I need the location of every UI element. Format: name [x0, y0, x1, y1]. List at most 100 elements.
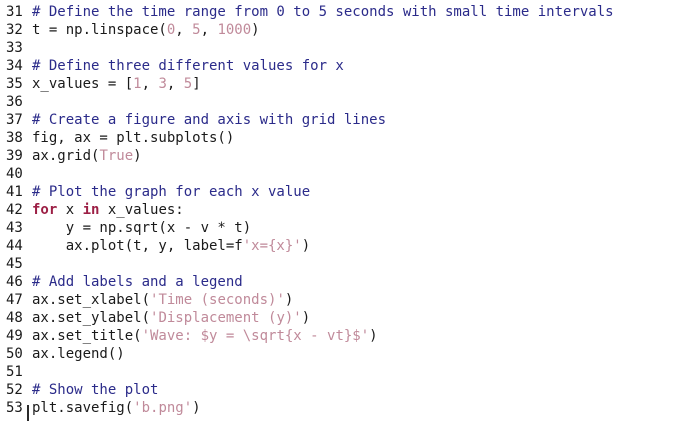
code-text[interactable]: # Add labels and a legend — [32, 273, 243, 291]
code-line[interactable]: 32 t = np.linspace(0, 5, 1000) — [0, 21, 678, 39]
line-number: 50 — [6, 346, 23, 362]
code-line[interactable]: 33 — [0, 39, 678, 57]
code-token: ) — [301, 238, 311, 254]
code-token: , — [175, 22, 193, 38]
code-token: , — [200, 22, 218, 38]
code-line[interactable]: 41 # Plot the graph for each x value — [0, 183, 678, 201]
line-number: 31 — [6, 4, 23, 20]
code-token: 'Displacement (y)' — [150, 310, 302, 326]
code-token: ) — [133, 148, 142, 164]
line-number: 36 — [6, 94, 23, 110]
code-line[interactable]: 40 — [0, 165, 678, 183]
code-line[interactable]: 42 for x in x_values: — [0, 201, 678, 219]
line-number: 52 — [6, 382, 23, 398]
code-text[interactable]: ax.set_ylabel('Displacement (y)') — [32, 309, 310, 327]
code-editor[interactable]: 31 # Define the time range from 0 to 5 se… — [0, 3, 678, 417]
code-text[interactable]: for x in x_values: — [32, 201, 184, 219]
line-number: 35 — [6, 76, 23, 92]
line-number: 40 — [6, 166, 23, 182]
code-line[interactable]: 47 ax.set_xlabel('Time (seconds)') — [0, 291, 678, 309]
code-text[interactable]: fig, ax = plt.subplots() — [32, 129, 234, 147]
code-line[interactable]: 50 ax.legend() — [0, 345, 678, 363]
code-token: ) — [192, 400, 201, 416]
code-token: ] — [192, 76, 201, 92]
code-line[interactable]: 49 ax.set_title('Wave: $y = \sqrt{x - vt}… — [0, 327, 678, 345]
code-token: 'Wave: $y = \sqrt{x - vt}$' — [141, 328, 370, 344]
code-line[interactable]: 46 # Add labels and a legend — [0, 273, 678, 291]
line-number: 38 — [6, 130, 23, 146]
code-line[interactable]: 39 ax.grid(True) — [0, 147, 678, 165]
code-text[interactable]: # Define three different values for x — [32, 57, 344, 75]
code-line[interactable]: 48 ax.set_ylabel('Displacement (y)') — [0, 309, 678, 327]
code-line[interactable]: 35 x_values = [1, 3, 5] — [0, 75, 678, 93]
code-token: 5 — [183, 76, 193, 92]
line-number: 37 — [6, 112, 23, 128]
line-number: 49 — [6, 328, 23, 344]
code-token: 5 — [192, 22, 201, 38]
code-text[interactable]: ax.set_xlabel('Time (seconds)') — [32, 291, 293, 309]
code-token: 1000 — [217, 22, 252, 38]
code-token: ) — [301, 310, 311, 326]
code-token: ax.set_title( — [32, 328, 142, 344]
line-number: 39 — [6, 148, 23, 164]
code-token: in — [82, 202, 100, 218]
code-token: y = np.sqrt(x - v * t) — [32, 220, 252, 236]
code-token: 'Time (seconds)' — [150, 292, 285, 308]
code-token: # Plot the graph for each x value — [32, 184, 311, 200]
code-text[interactable]: y = np.sqrt(x - v * t) — [32, 219, 251, 237]
code-text[interactable]: plt.savefig('b.png') — [32, 399, 201, 417]
code-token: ax.legend() — [32, 346, 125, 362]
code-text[interactable]: x_values = [1, 3, 5] — [32, 75, 201, 93]
line-number: 41 — [6, 184, 23, 200]
code-line[interactable]: 52 # Show the plot — [0, 381, 678, 399]
code-text[interactable]: # Plot the graph for each x value — [32, 183, 310, 201]
code-text[interactable]: ax.legend() — [32, 345, 125, 363]
code-line[interactable]: 34 # Define three different values for x — [0, 57, 678, 75]
line-number: 32 — [6, 22, 23, 38]
code-token: ax.plot(t, y, label=f — [32, 238, 243, 254]
code-text[interactable]: # Show the plot — [32, 381, 158, 399]
line-number: 51 — [6, 364, 23, 380]
text-cursor — [27, 405, 29, 421]
code-line[interactable]: 44 ax.plot(t, y, label=f'x={x}') — [0, 237, 678, 255]
line-number: 48 — [6, 310, 23, 326]
line-number: 42 — [6, 202, 23, 218]
line-number: 33 — [6, 40, 23, 56]
line-number: 47 — [6, 292, 23, 308]
line-number: 46 — [6, 274, 23, 290]
code-line[interactable]: 36 — [0, 93, 678, 111]
code-token: x_values = [ — [32, 76, 134, 92]
code-token: # Create a figure and axis with grid lin… — [32, 112, 387, 128]
code-token: # Define the time range from 0 to 5 seco… — [32, 4, 614, 20]
code-token: 'x={x}' — [242, 238, 302, 254]
code-token: 3 — [158, 76, 167, 92]
code-line[interactable]: 51 — [0, 363, 678, 381]
code-token: 'b.png' — [133, 400, 193, 416]
code-text[interactable]: ax.plot(t, y, label=f'x={x}') — [32, 237, 310, 255]
code-text[interactable]: ax.grid(True) — [32, 147, 142, 165]
code-line[interactable]: 38 fig, ax = plt.subplots() — [0, 129, 678, 147]
code-token: ax.grid( — [32, 148, 100, 164]
line-number: 34 — [6, 58, 23, 74]
code-text[interactable]: ax.set_title('Wave: $y = \sqrt{x - vt}$'… — [32, 327, 378, 345]
code-text[interactable]: # Define the time range from 0 to 5 seco… — [32, 3, 614, 21]
code-token: # Define three different values for x — [32, 58, 344, 74]
code-token: plt.savefig( — [32, 400, 134, 416]
code-token: ) — [251, 22, 260, 38]
code-text[interactable]: # Create a figure and axis with grid lin… — [32, 111, 386, 129]
code-token: ax.set_xlabel( — [32, 292, 151, 308]
code-line[interactable]: 37 # Create a figure and axis with grid l… — [0, 111, 678, 129]
line-number: 44 — [6, 238, 23, 254]
code-line[interactable]: 53 plt.savefig('b.png') — [0, 399, 678, 417]
code-line[interactable]: 43 y = np.sqrt(x - v * t) — [0, 219, 678, 237]
code-token: True — [99, 148, 134, 164]
code-token: , — [166, 76, 184, 92]
code-token: ) — [369, 328, 378, 344]
code-token: x — [57, 202, 83, 218]
code-token: for — [32, 202, 58, 218]
code-line[interactable]: 45 — [0, 255, 678, 273]
code-line[interactable]: 31 # Define the time range from 0 to 5 se… — [0, 3, 678, 21]
code-text[interactable]: t = np.linspace(0, 5, 1000) — [32, 21, 260, 39]
code-token: 1 — [133, 76, 142, 92]
code-token: ) — [284, 292, 294, 308]
